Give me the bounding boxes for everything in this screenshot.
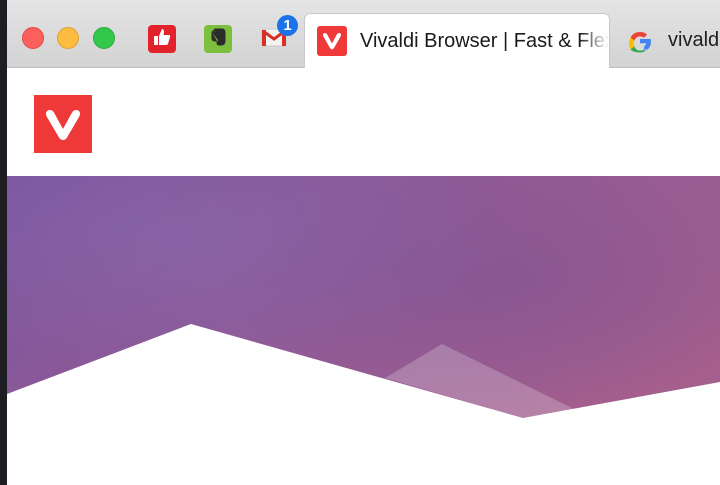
maximize-window-button[interactable]: [93, 27, 115, 49]
site-header: [7, 68, 720, 176]
thumbs-up-icon: [152, 27, 172, 52]
minimize-window-button[interactable]: [57, 27, 79, 49]
tab-bar: 1 Vivaldi Browser | Fast & Flexible Web …: [7, 0, 720, 68]
hero-banner: [7, 176, 720, 485]
vivaldi-logo-icon: [317, 26, 347, 56]
tab-title: Vivaldi Browser | Fast & Flexible Web Br…: [360, 29, 609, 52]
vivaldi-logo-icon[interactable]: [34, 95, 92, 153]
tab-title: vivaldi: [668, 29, 720, 51]
unread-count-badge: 1: [277, 15, 298, 36]
browser-window: 1 Vivaldi Browser | Fast & Flexible Web …: [7, 0, 720, 485]
close-window-button[interactable]: [22, 27, 44, 49]
pinned-tab-evernote[interactable]: [204, 25, 232, 53]
google-g-icon: [625, 26, 655, 56]
evernote-elephant-icon: [207, 26, 229, 53]
tab-google[interactable]: vivaldi: [613, 13, 720, 68]
tab-vivaldi[interactable]: Vivaldi Browser | Fast & Flexible Web Br…: [304, 13, 610, 68]
pinned-tab-like[interactable]: [148, 25, 176, 53]
